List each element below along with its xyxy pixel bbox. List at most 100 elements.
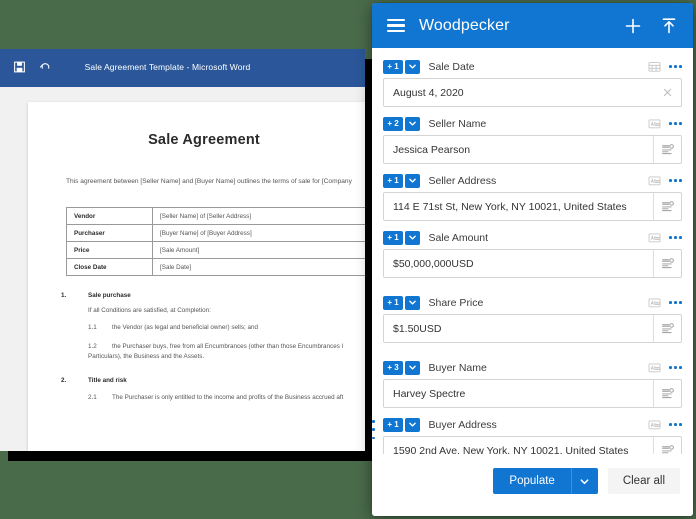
field-count-badge[interactable]: + 1 <box>383 173 403 188</box>
drag-dot <box>372 436 375 440</box>
hamburger-bar <box>387 30 405 33</box>
field-options-menu[interactable] <box>669 177 682 184</box>
table-row: Close Date [Sale Date] <box>66 258 365 277</box>
chevron-down-icon[interactable] <box>404 230 420 245</box>
field-header: + 2 Seller Name <box>383 116 682 131</box>
field-options-menu[interactable] <box>669 421 682 428</box>
kebab-dot <box>669 236 672 239</box>
sub-clause-text: the Purchaser buys, free from all Encumb… <box>88 342 343 360</box>
sub-clause-number: 1.2 <box>88 342 97 350</box>
upload-icon[interactable] <box>659 16 679 36</box>
list-picker-icon[interactable] <box>653 380 681 407</box>
table-cell-key: Price <box>66 241 153 260</box>
text-icon <box>648 298 661 308</box>
drag-dot <box>372 420 375 423</box>
field-options-menu[interactable] <box>669 120 682 127</box>
field-options-menu[interactable] <box>669 299 682 306</box>
field-label: Share Price <box>428 296 484 309</box>
field-label: Sale Amount <box>428 231 489 244</box>
field-header: + 1 Sale Date <box>383 59 682 74</box>
field-sale-amount: + 1 Sale Amount $50,000,000USD <box>383 230 682 278</box>
kebab-dot <box>669 179 672 182</box>
list-picker-icon[interactable] <box>653 136 681 163</box>
kebab-dot <box>679 301 682 304</box>
field-input-wrapper: $1.50USD <box>383 314 682 343</box>
buyer-address-input[interactable]: 1590 2nd Ave, New York, NY 10021, United… <box>384 437 653 455</box>
word-document-area: Sale Agreement This agreement between [S… <box>0 87 365 451</box>
hamburger-icon[interactable] <box>387 18 405 33</box>
sub-clause-text: The Purchaser is only entitled to the in… <box>112 394 344 402</box>
field-count-badge[interactable]: + 2 <box>383 116 403 131</box>
list-picker-icon[interactable] <box>653 193 681 220</box>
seller-name-input[interactable]: Jessica Pearson <box>384 136 653 163</box>
kebab-dot <box>679 236 682 239</box>
app-title: Woodpecker <box>419 16 510 34</box>
table-row: Vendor [Seller Name] of [Seller Address] <box>66 207 365 226</box>
panel-footer: Populate Clear all <box>372 454 693 516</box>
share-price-input[interactable]: $1.50USD <box>384 315 653 342</box>
panel-drag-handle[interactable] <box>372 420 375 442</box>
field-count-badge[interactable]: + 1 <box>383 417 403 432</box>
text-icon <box>648 119 661 129</box>
sub-clause: 2.1 The Purchaser is only entitled to the… <box>88 393 365 403</box>
sub-clause: 1.1 the Vendor (as legal and beneficial o… <box>88 323 365 333</box>
field-count-badge[interactable]: + 1 <box>383 59 403 74</box>
kebab-dot <box>669 423 672 426</box>
plus-icon[interactable] <box>623 16 643 36</box>
list-picker-icon[interactable] <box>653 250 681 277</box>
kebab-dot <box>679 423 682 426</box>
chevron-down-icon <box>580 478 589 484</box>
list-picker-icon[interactable] <box>653 437 681 454</box>
sub-clause: 1.2 the Purchaser buys, free from all Enc… <box>88 342 365 362</box>
field-count-badge[interactable]: + 1 <box>383 230 403 245</box>
populate-button[interactable]: Populate <box>493 468 571 494</box>
list-picker-icon[interactable] <box>653 315 681 342</box>
field-count-badge[interactable]: + 3 <box>383 360 403 375</box>
word-titlebar: Sale Agreement Template - Microsoft Word <box>0 49 365 87</box>
field-input-wrapper: Harvey Spectre <box>383 379 682 408</box>
buyer-name-input[interactable]: Harvey Spectre <box>384 380 653 407</box>
chevron-down-icon[interactable] <box>404 116 420 131</box>
kebab-dot <box>679 65 682 68</box>
field-count-badge[interactable]: + 1 <box>383 295 403 310</box>
table-cell-key: Vendor <box>66 207 153 226</box>
field-options-menu[interactable] <box>669 364 682 371</box>
clear-icon[interactable] <box>654 79 681 106</box>
field-label: Seller Address <box>428 174 497 187</box>
field-options-menu[interactable] <box>669 63 682 70</box>
clear-all-button[interactable]: Clear all <box>607 468 680 494</box>
table-row: Purchaser [Buyer Name] of [Buyer Address… <box>66 224 365 243</box>
field-input-wrapper: Jessica Pearson <box>383 135 682 164</box>
fields-list: + 1 Sale Date August 4, 2020 + 2 Seller … <box>372 48 693 454</box>
chevron-down-icon[interactable] <box>404 173 420 188</box>
text-icon <box>648 233 661 243</box>
field-header: + 1 Share Price <box>383 295 682 310</box>
table-cell-value: [Sale Amount] <box>152 241 365 260</box>
clause-number: 1. <box>61 292 67 300</box>
table-cell-key: Purchaser <box>66 224 153 243</box>
kebab-dot <box>674 236 677 239</box>
text-icon <box>648 420 661 430</box>
chevron-down-icon[interactable] <box>404 417 420 432</box>
field-options-menu[interactable] <box>669 234 682 241</box>
table-cell-key: Close Date <box>66 258 153 277</box>
populate-dropdown-button[interactable] <box>570 468 598 494</box>
sale-amount-input[interactable]: $50,000,000USD <box>384 250 653 277</box>
table-cell-value: [Seller Name] of [Seller Address] <box>152 207 365 226</box>
chevron-down-icon[interactable] <box>404 295 420 310</box>
word-title: Sale Agreement Template - Microsoft Word <box>84 62 251 72</box>
kebab-dot <box>669 65 672 68</box>
sale-date-input[interactable]: August 4, 2020 <box>384 79 654 106</box>
document-page: Sale Agreement This agreement between [S… <box>28 102 365 451</box>
clause-1: 1. Sale purchase If all Conditions are s… <box>28 292 365 361</box>
chevron-down-icon[interactable] <box>404 360 420 375</box>
sub-clause-number: 2.1 <box>88 394 97 402</box>
field-header: + 1 Sale Amount <box>383 230 682 245</box>
field-input-wrapper: 1590 2nd Ave, New York, NY 10021, United… <box>383 436 682 454</box>
table-cell-value: [Sale Date] <box>152 258 365 277</box>
chevron-down-icon[interactable] <box>404 59 420 74</box>
kebab-dot <box>669 301 672 304</box>
seller-address-input[interactable]: 114 E 71st St, New York, NY 10021, Unite… <box>384 193 653 220</box>
kebab-dot <box>674 65 677 68</box>
table-row: Price [Sale Amount] <box>66 241 365 260</box>
